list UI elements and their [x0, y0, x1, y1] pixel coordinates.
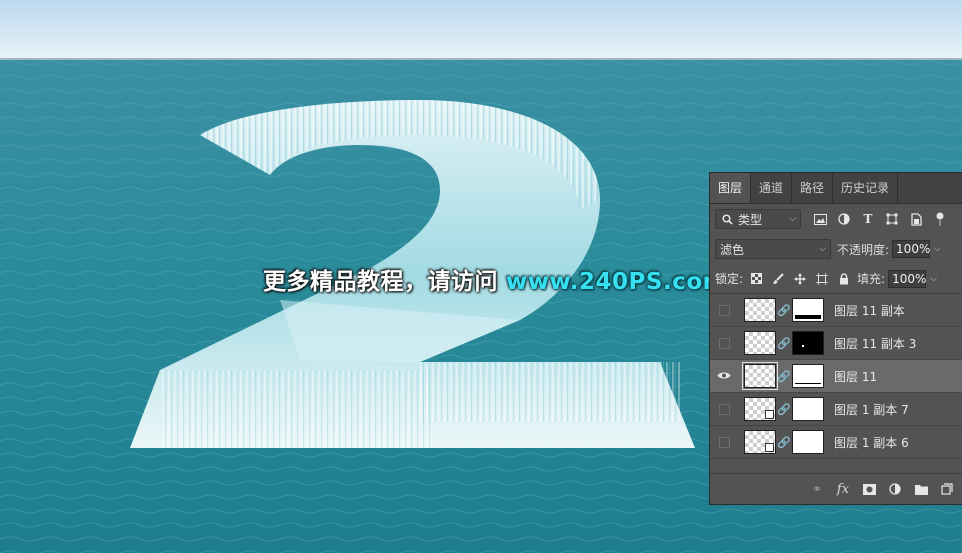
layer-row[interactable]: 🔗 图层 11 副本 [710, 294, 962, 327]
fx-icon[interactable]: fx [836, 482, 850, 497]
filter-kind-select[interactable]: 类型 ⌵ [715, 209, 801, 229]
lock-position-move-icon[interactable] [793, 272, 807, 286]
link-layers-icon[interactable]: ⚭ [810, 482, 824, 496]
layer-name[interactable]: 图层 11 副本 3 [834, 335, 916, 352]
layer-thumbnail [744, 298, 776, 322]
filter-row: 类型 ⌵ T [710, 204, 962, 234]
watermark: 更多精品教程，请访问 www.240PS.com [263, 262, 727, 296]
chain-link-icon[interactable]: 🔗 [777, 403, 791, 416]
new-layer-icon[interactable] [940, 482, 954, 496]
adjustment-filter-icon[interactable] [837, 212, 851, 226]
layer-name[interactable]: 图层 1 副本 6 [834, 434, 909, 451]
type-filter-icon[interactable]: T [861, 212, 875, 226]
layer-thumbnail [742, 362, 778, 390]
chevron-down-icon: ⌵ [789, 214, 796, 224]
blend-mode-select[interactable]: 滤色 ⌵ [715, 239, 831, 259]
smart-object-filter-icon[interactable] [909, 212, 923, 226]
tab-history[interactable]: 历史记录 [833, 173, 899, 203]
opacity-label: 不透明度: [837, 242, 890, 257]
smart-object-badge-icon [765, 443, 774, 452]
lock-pixels-brush-icon[interactable] [771, 272, 785, 286]
visibility-toggle[interactable] [710, 327, 738, 360]
visibility-toggle[interactable] [710, 294, 738, 327]
visibility-toggle[interactable] [710, 426, 738, 459]
visibility-toggle[interactable] [710, 360, 738, 393]
opacity-input[interactable]: 100% [892, 240, 930, 258]
chevron-down-icon[interactable]: ⌵ [930, 274, 937, 284]
chain-link-icon[interactable]: 🔗 [777, 337, 791, 350]
sky [0, 0, 962, 60]
eye-icon [717, 369, 731, 383]
smart-object-badge-icon [765, 410, 774, 419]
chain-link-icon[interactable]: 🔗 [777, 304, 791, 317]
layer-row[interactable]: 🔗 图层 1 副本 7 [710, 393, 962, 426]
add-mask-icon[interactable] [862, 482, 876, 496]
tab-layers[interactable]: 图层 [710, 173, 752, 203]
hidden-visibility-box-icon [718, 436, 730, 448]
hidden-visibility-box-icon [718, 403, 730, 415]
new-group-icon[interactable] [914, 482, 928, 496]
hidden-visibility-box-icon [718, 337, 730, 349]
lock-all-icon[interactable] [837, 272, 851, 286]
search-icon [720, 212, 734, 226]
watermark-url: www.240PS.com [506, 269, 728, 295]
adjustment-layer-icon[interactable] [888, 482, 902, 496]
panel-tabs: 图层 通道 路径 历史记录 [710, 173, 962, 204]
tab-channels[interactable]: 通道 [751, 173, 793, 203]
layer-mask-thumbnail[interactable] [792, 331, 824, 355]
watermark-text: 更多精品教程，请访问 [263, 269, 498, 295]
chevron-down-icon: ⌵ [819, 244, 826, 254]
layer-mask-thumbnail[interactable] [792, 430, 824, 454]
layer-name[interactable]: 图层 1 副本 7 [834, 401, 909, 418]
lock-artboard-icon[interactable] [815, 272, 829, 286]
chain-link-icon[interactable]: 🔗 [777, 436, 791, 449]
panel-bottom-bar: ⚭ fx [710, 473, 962, 504]
chain-link-icon[interactable]: 🔗 [777, 370, 791, 383]
layer-mask-thumbnail[interactable] [792, 364, 824, 388]
blend-mode-value: 滤色 [720, 242, 745, 257]
layer-thumbnail [744, 331, 776, 355]
layer-mask-thumbnail[interactable] [792, 397, 824, 421]
layer-row[interactable]: 🔗 图层 11 副本 3 [710, 327, 962, 360]
shape-filter-icon[interactable] [885, 212, 899, 226]
layers-panel: 图层 通道 路径 历史记录 类型 ⌵ T 滤色 ⌵ 不透明度: 100% ⌵ 锁… [709, 172, 962, 505]
fill-input[interactable]: 100% [888, 269, 926, 288]
image-filter-icon[interactable] [813, 212, 827, 226]
filter-kind-label: 类型 [738, 212, 763, 227]
layer-thumbnail [744, 430, 776, 454]
filter-toggle-icon[interactable] [933, 212, 947, 226]
tab-paths[interactable]: 路径 [792, 173, 834, 203]
lock-row: 锁定: 填充: 100% ⌵ [710, 264, 962, 294]
layer-name[interactable]: 图层 11 [834, 368, 877, 385]
lock-transparency-icon[interactable] [749, 272, 763, 286]
visibility-toggle[interactable] [710, 393, 738, 426]
layer-mask-thumbnail[interactable] [792, 298, 824, 322]
lock-label: 锁定: [715, 272, 744, 286]
layer-name[interactable]: 图层 11 副本 [834, 302, 905, 319]
blend-row: 滤色 ⌵ 不透明度: 100% ⌵ [710, 234, 962, 264]
chevron-down-icon[interactable]: ⌵ [934, 244, 941, 254]
fill-label: 填充: [857, 272, 886, 286]
layer-thumbnail [744, 397, 776, 421]
layer-row-selected[interactable]: 🔗 图层 11 [710, 360, 962, 393]
hidden-visibility-box-icon [718, 304, 730, 316]
layer-row[interactable]: 🔗 图层 1 副本 6 [710, 426, 962, 459]
